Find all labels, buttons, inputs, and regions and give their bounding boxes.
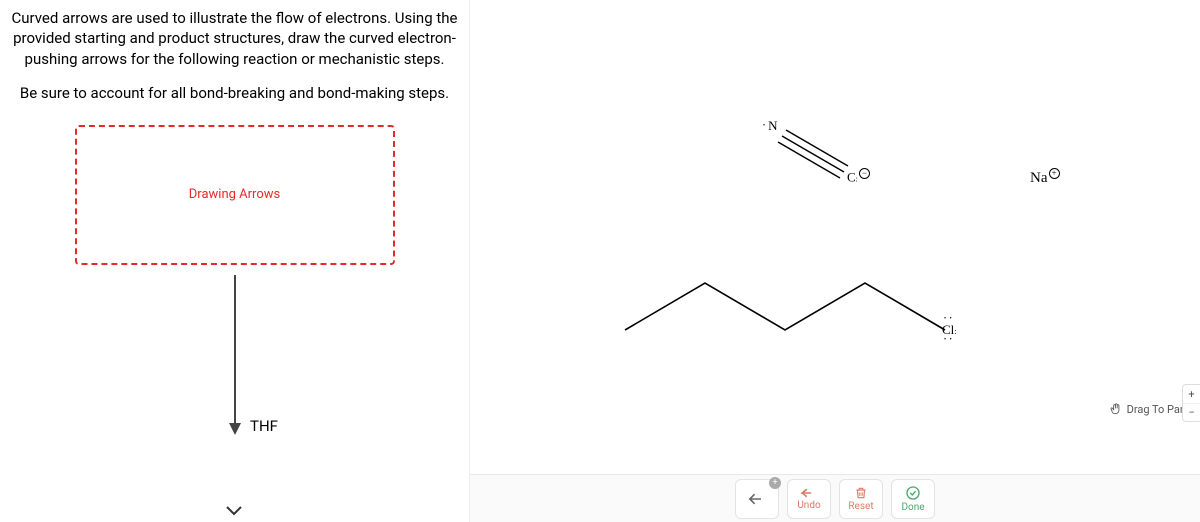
check-circle-icon xyxy=(905,485,921,501)
nitrogen-atom-label: •N xyxy=(766,118,778,134)
undo-label: Undo xyxy=(797,500,820,511)
drawing-arrows-step-box[interactable]: Drawing Arrows xyxy=(75,125,395,265)
minus-charge-icon: − xyxy=(859,168,870,179)
grab-hand-icon xyxy=(1109,402,1123,416)
editor-toolbar: + Undo Reset Done xyxy=(470,474,1200,522)
zoom-control: + − xyxy=(1182,384,1200,422)
done-label: Done xyxy=(901,502,924,513)
reset-button[interactable]: Reset xyxy=(839,479,883,519)
structure-editor-panel: •N C:− Na+ • • Cl: • • Drag To Pan xyxy=(470,0,1200,522)
drag-to-pan-hint: Drag To Pan xyxy=(1109,402,1186,416)
back-button[interactable]: + xyxy=(735,479,779,519)
zoom-out-button[interactable]: − xyxy=(1183,403,1200,421)
chevron-down-icon[interactable] xyxy=(225,505,243,517)
undo-button[interactable]: Undo xyxy=(787,479,831,519)
question-paragraph-1: Curved arrows are used to illustrate the… xyxy=(10,8,459,69)
drawing-canvas[interactable]: •N C:− Na+ • • Cl: • • Drag To Pan xyxy=(470,0,1200,474)
reagent-label: THF xyxy=(250,416,278,436)
drag-to-pan-label: Drag To Pan xyxy=(1127,403,1186,416)
carbon-anion-label: C:− xyxy=(847,168,870,185)
reaction-arrow-icon xyxy=(225,275,245,435)
chlorine-atom-label: • • Cl: • • xyxy=(942,322,957,338)
drawing-arrows-label: Drawing Arrows xyxy=(189,186,280,204)
undo-icon xyxy=(800,487,818,499)
plus-badge-icon: + xyxy=(769,477,781,489)
question-panel: Curved arrows are used to illustrate the… xyxy=(0,0,470,522)
done-button[interactable]: Done xyxy=(891,479,935,519)
plus-charge-icon: + xyxy=(1049,168,1060,179)
alkyl-halide-structure xyxy=(620,265,960,340)
reset-label: Reset xyxy=(848,501,873,512)
question-paragraph-2: Be sure to account for all bond-breaking… xyxy=(10,83,459,103)
cyanide-bond xyxy=(774,128,858,180)
trash-icon xyxy=(854,486,868,500)
zoom-in-button[interactable]: + xyxy=(1183,385,1200,403)
sodium-cation-label: Na+ xyxy=(1030,168,1060,187)
back-arrow-icon xyxy=(747,491,767,507)
